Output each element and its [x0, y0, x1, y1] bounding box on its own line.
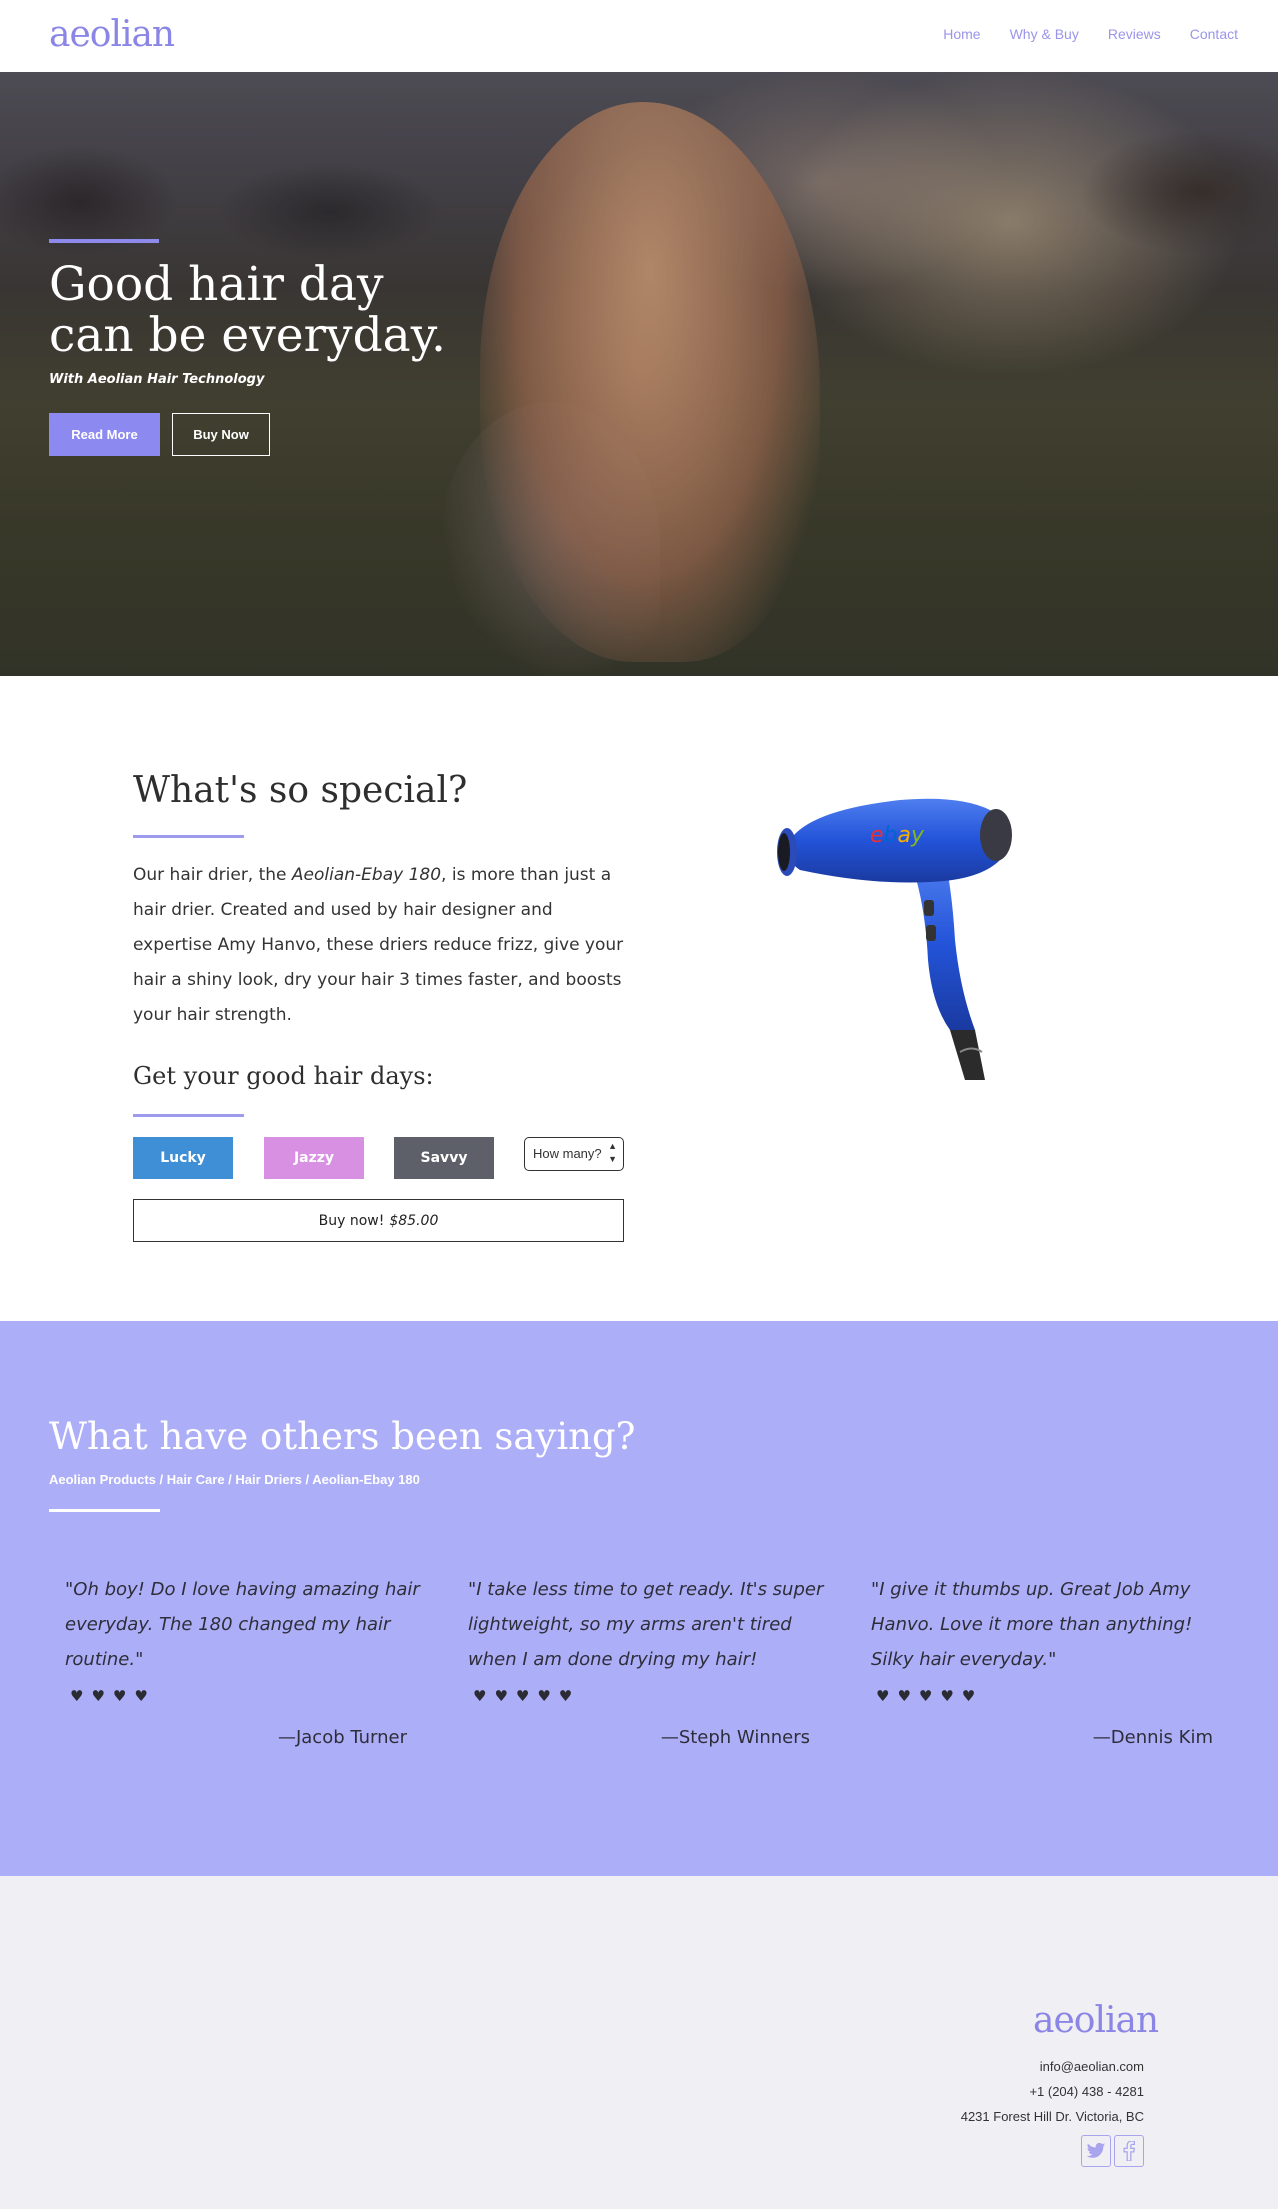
special-description: Our hair drier, the Aeolian-Ebay 180, is…	[133, 858, 633, 1033]
hair-dryer-image: ebay	[777, 798, 1012, 1080]
hero-title-line1: Good hair day	[49, 257, 384, 312]
hero-accent-rule	[49, 239, 159, 243]
footer-phone[interactable]: +1 (204) 438 - 4281	[1029, 2084, 1144, 2099]
facebook-link[interactable]	[1114, 2135, 1144, 2167]
reviews-rule	[49, 1509, 160, 1512]
read-more-button[interactable]: Read More	[49, 413, 160, 456]
get-rule	[133, 1114, 244, 1117]
ebay-logo: ebay	[870, 823, 925, 848]
hero-subtitle: With Aeolian Hair Technology	[49, 372, 265, 387]
quantity-placeholder: How many?	[533, 1146, 602, 1161]
product-name: Aeolian-Ebay 180	[291, 865, 442, 885]
quantity-select[interactable]: How many? ▲ ▼	[524, 1137, 624, 1171]
price: $85.00	[389, 1212, 439, 1229]
review-rating-2: ♥♥♥♥♥	[473, 1687, 581, 1705]
review-quote-3: "I give it thumbs up. Great Job Amy Hanv…	[871, 1579, 1193, 1670]
footer-email[interactable]: info@aeolian.com	[1040, 2059, 1144, 2074]
buy-now-price-button[interactable]: Buy now! $85.00	[133, 1199, 624, 1242]
select-arrows-icon: ▲ ▼	[608, 1141, 617, 1164]
hero-banner: Good hair day can be everyday. With Aeol…	[0, 72, 1278, 676]
reviews-title: What have others been saying?	[49, 1415, 636, 1458]
review-rating-3: ♥♥♥♥♥	[876, 1687, 984, 1705]
nav-links: Home Why & Buy Reviews Contact	[943, 26, 1238, 42]
special-title: What's so special?	[133, 770, 468, 811]
breadcrumb[interactable]: Aeolian Products / Hair Care / Hair Drie…	[49, 1472, 420, 1487]
review-author-2: —Steph Winners	[660, 1727, 810, 1748]
review-author-1: —Jacob Turner	[277, 1727, 407, 1748]
review-rating-1: ♥♥♥♥	[70, 1687, 156, 1705]
description-prefix: Our hair drier, the	[133, 865, 292, 885]
review-author-3: —Dennis Kim	[1092, 1727, 1213, 1748]
facebook-icon	[1123, 2141, 1135, 2161]
twitter-link[interactable]	[1081, 2135, 1111, 2167]
footer-address: 4231 Forest Hill Dr. Victoria, BC	[960, 2109, 1144, 2124]
description-suffix: , is more than just a hair drier. Create…	[133, 865, 624, 1025]
variant-lucky-button[interactable]: Lucky	[133, 1137, 233, 1179]
footer-logo[interactable]: aeolian	[1033, 2000, 1159, 2041]
variant-savvy-button[interactable]: Savvy	[394, 1137, 494, 1179]
logo[interactable]: aeolian	[49, 14, 175, 55]
nav-why-buy[interactable]: Why & Buy	[1010, 26, 1079, 42]
special-rule	[133, 835, 244, 838]
variant-jazzy-button[interactable]: Jazzy	[264, 1137, 364, 1179]
review-quote-2: "I take less time to get ready. It's sup…	[468, 1579, 824, 1670]
nav-contact[interactable]: Contact	[1190, 26, 1238, 42]
hero-title: Good hair day can be everyday.	[49, 259, 446, 361]
nav-reviews[interactable]: Reviews	[1108, 26, 1161, 42]
nav-home[interactable]: Home	[943, 26, 980, 42]
buy-now-button[interactable]: Buy Now	[172, 413, 270, 456]
buy-label: Buy now!	[318, 1212, 385, 1229]
get-title: Get your good hair days:	[133, 1062, 434, 1090]
hero-title-line2: can be everyday.	[49, 308, 446, 363]
twitter-icon	[1086, 2142, 1106, 2158]
review-quote-1: "Oh boy! Do I love having amazing hair e…	[65, 1579, 420, 1670]
top-nav: aeolian Home Why & Buy Reviews Contact	[0, 0, 1278, 72]
